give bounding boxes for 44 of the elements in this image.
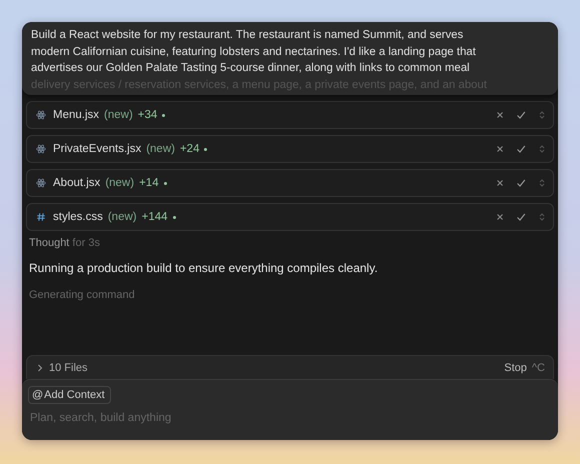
shortcut-hint: ^C (532, 362, 545, 374)
close-icon[interactable] (495, 110, 505, 120)
files-bar[interactable]: 10 Files Stop ^C (26, 355, 554, 379)
file-name: Menu.jsx (53, 109, 100, 121)
hash-icon (36, 212, 46, 222)
additions-count: +34 (138, 109, 158, 121)
close-icon[interactable] (495, 178, 505, 188)
assistant-message: Running a production build to ensure everything compiles cleanly. (28, 260, 379, 275)
additions-count: +144 (142, 211, 168, 223)
file-change-row[interactable]: styles.css (new) +144 (26, 203, 554, 231)
unsaved-dot-icon (204, 148, 208, 150)
prompt-text: Build a React website for my restaurant. The restaurant is named Summit, and serves (31, 28, 464, 43)
prompt-text: modern Californian cuisine, featuring lobsters and nectarines. I'd like a landing page that (31, 44, 477, 60)
react-icon (36, 144, 46, 154)
input-field[interactable]: Plan, search, build anything (28, 412, 432, 424)
check-icon[interactable] (516, 110, 526, 120)
file-status: (new) (105, 177, 134, 189)
react-icon (36, 178, 46, 188)
check-icon[interactable] (516, 212, 526, 222)
file-name: PrivateEvents.jsx (53, 143, 142, 155)
unsaved-dot-icon (172, 216, 176, 218)
react-icon (36, 110, 46, 120)
file-status: (new) (108, 211, 137, 223)
additions-count: +24 (180, 143, 200, 155)
thought-label[interactable]: Thought for 3s (22, 231, 558, 249)
file-change-row[interactable]: About.jsx (new) +14 (26, 169, 554, 197)
unsaved-dot-icon (164, 182, 167, 184)
status-text: Generating command (28, 288, 136, 301)
check-icon[interactable] (516, 144, 526, 154)
additions-count: +14 (139, 177, 159, 189)
check-icon[interactable] (516, 178, 526, 188)
unsaved-dot-icon (162, 114, 166, 116)
files-count: 10 Files (49, 362, 88, 374)
file-change-row[interactable]: PrivateEvents.jsx (new) +24 (26, 135, 554, 163)
prompt-text: advertises our Golden Palate Tasting 5-course dinner, along with links to common meal (31, 61, 471, 76)
file-change-row[interactable]: Menu.jsx (new) +34 (26, 101, 554, 129)
stop-button[interactable]: Stop (504, 362, 527, 374)
add-context-button[interactable]: @Add Context (28, 386, 111, 404)
file-name: styles.css (53, 211, 103, 223)
close-icon[interactable] (495, 144, 505, 154)
close-icon[interactable] (495, 212, 505, 222)
file-status: (new) (104, 109, 133, 121)
file-status: (new) (146, 143, 175, 155)
file-name: About.jsx (53, 177, 100, 189)
